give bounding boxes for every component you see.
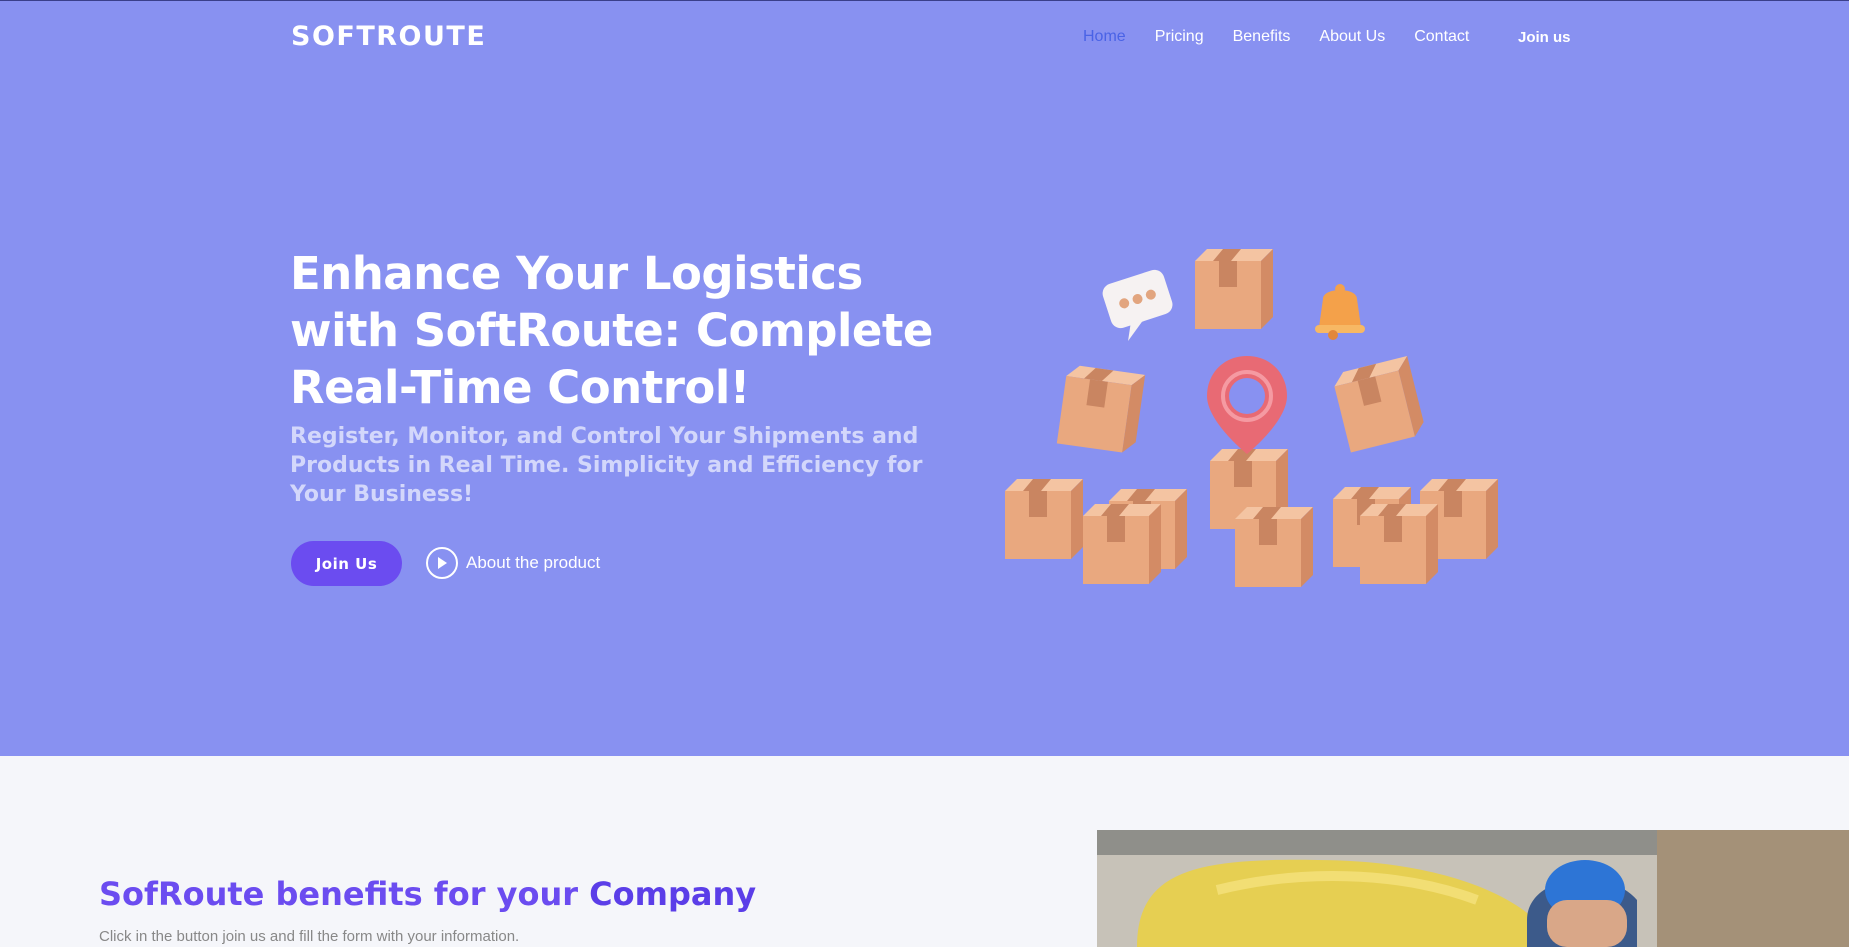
benefits-title: SofRoute benefits for your Company [99, 875, 756, 913]
nav-benefits[interactable]: Benefits [1233, 28, 1291, 46]
benefits-subtitle: Click in the button join us and fill the… [99, 928, 520, 945]
nav-about-us[interactable]: About Us [1319, 28, 1385, 46]
nav-pricing[interactable]: Pricing [1155, 28, 1204, 46]
play-icon [426, 547, 458, 579]
benefits-title-bold: Company [589, 875, 757, 913]
hero-subtitle: Register, Monitor, and Control Your Ship… [290, 424, 923, 507]
main-nav: Home Pricing Benefits About Us Contact [1083, 28, 1498, 46]
chat-bubble-icon [1102, 269, 1173, 341]
nav-contact[interactable]: Contact [1414, 28, 1469, 46]
bell-icon [1315, 284, 1365, 340]
logo[interactable]: SOFTROUTE [291, 21, 486, 52]
delivery-man-photo [1097, 830, 1849, 947]
nav-join-us[interactable]: Join us [1518, 29, 1571, 46]
hero-section: SOFTROUTE Home Pricing Benefits About Us… [0, 0, 1849, 756]
nav-home[interactable]: Home [1083, 28, 1126, 46]
about-product-label: About the product [466, 553, 601, 572]
logistics-illustration [1005, 249, 1498, 587]
join-us-button[interactable]: Join Us [291, 541, 402, 586]
location-pin-icon [1207, 356, 1287, 454]
about-product-link[interactable]: About the product [426, 547, 600, 579]
hero-title: Enhance Your Logistics with SoftRoute: C… [290, 247, 933, 414]
benefits-title-prefix: SofRoute benefits for your [99, 875, 590, 913]
